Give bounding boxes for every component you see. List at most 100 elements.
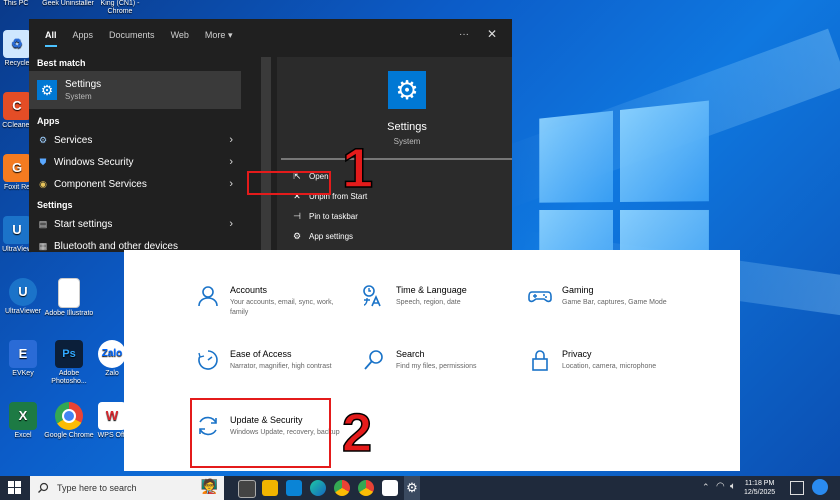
- chevron-up-icon[interactable]: ⌃: [702, 482, 710, 493]
- clock-date: 12/5/2025: [744, 489, 776, 496]
- best-match-settings[interactable]: ⚙ Settings System: [29, 71, 241, 109]
- best-match-title: Settings: [65, 79, 102, 90]
- chevron-right-icon[interactable]: ›: [229, 156, 233, 168]
- app-icon[interactable]: [382, 480, 398, 496]
- settings-title: Search: [396, 349, 425, 359]
- result-component-services[interactable]: ◉ Component Services ›: [29, 173, 241, 195]
- chevron-right-icon[interactable]: ›: [229, 178, 233, 190]
- result-label: Services: [54, 134, 93, 146]
- action-pin-to-taskbar[interactable]: ⊣ Pin to taskbar: [277, 206, 512, 226]
- time-language-icon: [363, 285, 381, 307]
- gear-icon: ⚙: [388, 71, 426, 109]
- tab-apps[interactable]: Apps: [73, 19, 94, 51]
- action-label: App settings: [309, 231, 354, 241]
- result-windows-security[interactable]: ⛊ Windows Security ›: [29, 151, 241, 173]
- ultraviewer-icon: U: [9, 278, 37, 306]
- action-label: Pin to taskbar: [309, 211, 358, 221]
- divider: [281, 158, 512, 160]
- task-view-icon[interactable]: [238, 480, 256, 498]
- settings-panel: Accounts Your accounts, email, sync, wor…: [124, 250, 740, 471]
- action-app-settings[interactable]: ⚙ App settings: [277, 226, 512, 246]
- taskbar-search-box[interactable]: Type here to search 🧑‍🏫: [30, 476, 224, 500]
- search-icon: [364, 350, 383, 370]
- ccleaner-icon: C: [3, 92, 31, 120]
- ease-of-access-icon: [198, 350, 218, 370]
- settings-desc: Find my files, permissions: [396, 363, 477, 370]
- desktop-label-this-pc[interactable]: This PC: [0, 0, 36, 8]
- chevron-right-icon[interactable]: ›: [229, 218, 233, 230]
- desktop-icon-photoshop[interactable]: Ps Adobe Photosho...: [44, 340, 94, 386]
- bluetooth-icon: ▦: [38, 240, 48, 251]
- edge-icon[interactable]: [310, 480, 326, 496]
- best-match-subtitle: System: [65, 92, 92, 101]
- settings-heading: Settings: [37, 200, 73, 210]
- tab-more[interactable]: More ▾: [205, 19, 233, 51]
- start-settings-icon: ▤: [38, 218, 48, 229]
- tab-all[interactable]: All: [45, 19, 57, 51]
- chrome-profile-icon[interactable]: [358, 480, 374, 496]
- excel-icon: X: [9, 402, 37, 430]
- desktop-icon-excel[interactable]: X Excel: [0, 402, 46, 440]
- apps-heading: Apps: [37, 116, 60, 126]
- settings-desc: Location, camera, microphone: [562, 363, 657, 370]
- callout-number-1: 1: [341, 136, 374, 199]
- callout-number-2: 2: [341, 403, 373, 463]
- person-icon: [198, 286, 218, 307]
- network-icon[interactable]: ◠: [716, 481, 725, 492]
- windows-start-icon[interactable]: [8, 481, 22, 495]
- desktop-icon-adobe-illustrator[interactable]: Adobe Illustrato: [44, 278, 94, 318]
- chrome-icon[interactable]: [334, 480, 350, 496]
- settings-title: Privacy: [562, 349, 592, 359]
- recycle-bin-icon: ♻: [3, 30, 31, 58]
- component-icon: ◉: [39, 178, 47, 189]
- result-services[interactable]: ⚙ Services ›: [29, 129, 241, 151]
- settings-taskbar-icon[interactable]: ⚙: [404, 476, 420, 500]
- desktop-label-geek-uninstaller[interactable]: Geek Uninstaller: [40, 0, 96, 8]
- tab-documents[interactable]: Documents: [109, 19, 155, 51]
- file-explorer-icon[interactable]: [262, 480, 278, 496]
- settings-desc: Your accounts, email, sync, work, family: [230, 299, 334, 316]
- taskbar: Type here to search 🧑‍🏫 ⚙ ⌃ ◠ 🔈︎ 11:18 P…: [0, 476, 840, 500]
- chevron-right-icon[interactable]: ›: [229, 134, 233, 146]
- clock-time: 11:18 PM: [744, 480, 775, 487]
- foxit-icon: G: [3, 154, 31, 182]
- clock[interactable]: 11:18 PM 12/5/2025: [744, 479, 775, 497]
- results-list: Best match ⚙ Settings System Apps ⚙ Serv…: [29, 57, 241, 252]
- notifications-icon[interactable]: [790, 481, 804, 495]
- gear-icon: ⚙: [37, 80, 57, 100]
- wps-icon: W: [98, 402, 126, 430]
- desktop-label-chrome-profile[interactable]: King (CN1) - Chrome: [90, 0, 150, 16]
- preview-pane: ⚙ Settings System ⇱ Open ✕ Unpin from St…: [277, 57, 512, 252]
- search-tabs: All Apps Documents Web More ▾ ··· ✕: [29, 19, 512, 51]
- tab-more-label: More: [204, 30, 226, 40]
- highlight-open-box: [247, 171, 331, 195]
- result-start-settings[interactable]: ▤ Start settings ›: [29, 213, 241, 235]
- evkey-icon: E: [9, 340, 37, 368]
- tray-app-icon[interactable]: [812, 479, 828, 495]
- search-placeholder: Type here to search: [57, 483, 137, 493]
- shield-icon: ⛊: [39, 156, 47, 167]
- results-scrollbar[interactable]: [261, 57, 271, 252]
- desktop-icon-ultraviewer[interactable]: U UltraViewer: [0, 278, 46, 316]
- settings-title: Accounts: [230, 285, 268, 295]
- settings-title: Gaming: [562, 285, 594, 295]
- settings-desc: Narrator, magnifier, high contrast: [230, 363, 332, 370]
- tab-web[interactable]: Web: [171, 19, 189, 51]
- settings-title: Time & Language: [396, 285, 467, 295]
- lock-icon: [532, 350, 548, 371]
- desktop-icon-chrome[interactable]: Google Chrome: [44, 402, 94, 440]
- pin-icon: ⊣: [293, 210, 301, 221]
- gamepad-icon: [528, 291, 552, 303]
- more-options-icon[interactable]: ···: [459, 29, 469, 40]
- ultraviewer-icon: U: [3, 216, 31, 244]
- highlight-update-security-box: [190, 398, 331, 468]
- desktop-icon-evkey[interactable]: E EVKey: [0, 340, 46, 378]
- close-icon[interactable]: ✕: [487, 27, 497, 41]
- volume-icon[interactable]: 🔈︎: [730, 481, 736, 492]
- chrome-icon: [55, 402, 83, 430]
- zalo-icon: Zalo: [98, 340, 126, 368]
- result-label: Component Services: [54, 178, 147, 190]
- document-icon: [58, 278, 80, 308]
- chevron-down-icon: ▾: [227, 30, 233, 40]
- store-icon[interactable]: [286, 480, 302, 496]
